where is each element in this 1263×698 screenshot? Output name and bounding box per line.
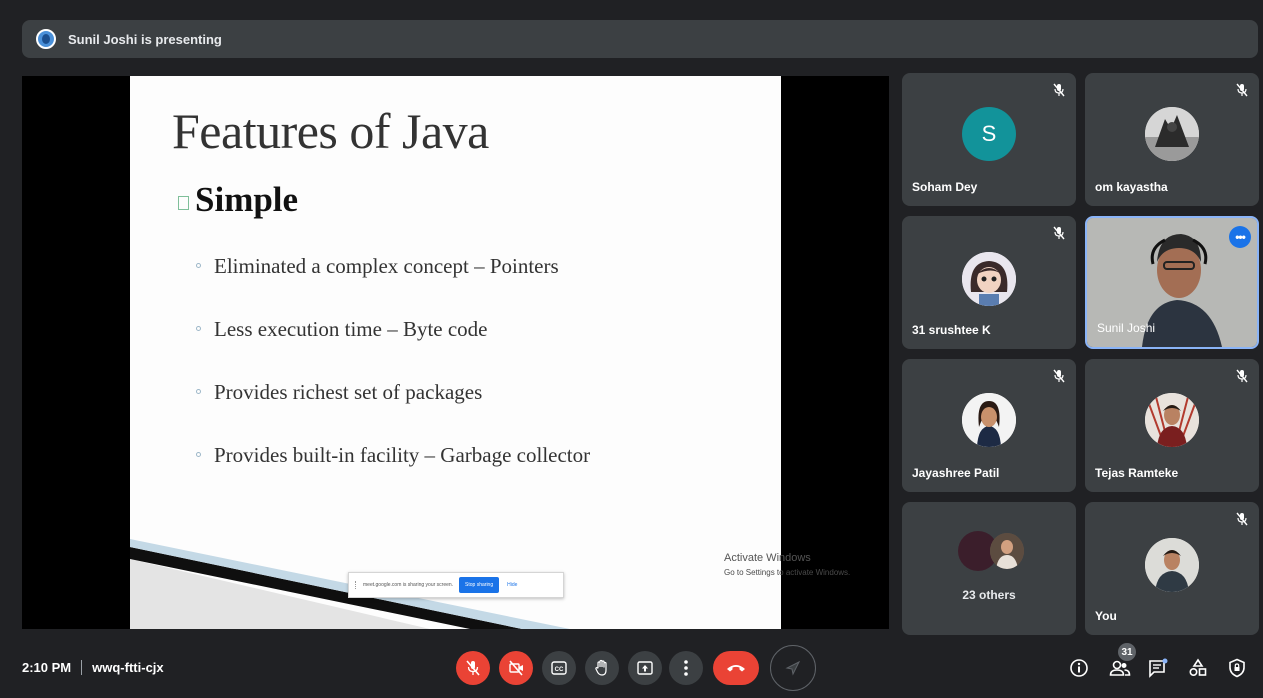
more-vert-icon bbox=[684, 660, 688, 676]
mic-off-icon bbox=[1236, 83, 1248, 97]
mic-off-icon bbox=[1053, 83, 1065, 97]
windows-activation-subtext: Go to Settings to activate Windows. bbox=[724, 568, 851, 577]
participant-name: You bbox=[1095, 609, 1117, 623]
slide-bullet: Provides built-in facility – Garbage col… bbox=[196, 443, 590, 506]
slide-bullet: Eliminated a complex concept – Pointers bbox=[196, 254, 590, 317]
screen-share-notice: meet.google.com is sharing your screen. … bbox=[348, 572, 564, 598]
heading-bullet-icon bbox=[178, 196, 189, 210]
info-icon bbox=[1070, 659, 1088, 677]
svg-text:CC: CC bbox=[555, 667, 564, 673]
companion-button[interactable] bbox=[770, 645, 816, 691]
mic-off-icon bbox=[1236, 369, 1248, 383]
participant-name: 31 srushtee K bbox=[912, 323, 991, 337]
participant-tile[interactable]: om kayastha bbox=[1085, 73, 1259, 206]
raise-hand-button[interactable] bbox=[585, 651, 619, 685]
meeting-info: 2:10 PM wwq-ftti-cjx bbox=[22, 660, 164, 675]
mic-off-icon bbox=[1236, 512, 1248, 526]
people-icon bbox=[1109, 660, 1131, 676]
bullet-dot-icon bbox=[196, 263, 201, 268]
meeting-details-button[interactable] bbox=[1068, 657, 1090, 679]
participant-tile[interactable]: S Soham Dey bbox=[902, 73, 1076, 206]
shield-lock-icon bbox=[1229, 658, 1245, 678]
slide-bullet-list: Eliminated a complex concept – Pointers … bbox=[196, 254, 590, 506]
more-options-button[interactable] bbox=[669, 651, 703, 685]
participant-name: Sunil Joshi bbox=[1097, 321, 1156, 335]
more-options-icon[interactable]: ••• bbox=[1229, 226, 1251, 248]
slide-heading-text: Simple bbox=[195, 180, 299, 219]
send-icon bbox=[785, 660, 801, 676]
participant-name: om kayastha bbox=[1095, 180, 1168, 194]
mic-off-icon bbox=[466, 660, 480, 676]
closed-captions-icon: CC bbox=[551, 661, 567, 675]
chat-icon bbox=[1149, 658, 1168, 678]
slide-title: Features of Java bbox=[172, 103, 489, 159]
presentation-stage: Features of Java Simple Eliminated a com… bbox=[22, 76, 889, 629]
avatar bbox=[962, 393, 1016, 447]
present-button[interactable] bbox=[628, 651, 662, 685]
participant-group-tile[interactable]: 23 others bbox=[902, 502, 1076, 635]
avatar bbox=[1145, 393, 1199, 447]
meeting-time: 2:10 PM bbox=[22, 660, 72, 675]
group-avatar-2 bbox=[990, 533, 1024, 569]
bullet-dot-icon bbox=[196, 389, 201, 394]
share-notice-text: meet.google.com is sharing your screen. bbox=[363, 582, 454, 588]
slide-heading: Simple bbox=[178, 180, 298, 220]
slide-bullet: Provides richest set of packages bbox=[196, 380, 590, 443]
divider bbox=[81, 660, 83, 675]
activities-button[interactable] bbox=[1187, 657, 1209, 679]
windows-activation-watermark: Activate Windows bbox=[724, 552, 811, 564]
participant-tile-active-speaker[interactable]: ••• Sunil Joshi bbox=[1085, 216, 1259, 349]
stop-sharing-button[interactable]: Stop sharing bbox=[459, 577, 500, 593]
participant-tile[interactable]: Tejas Ramteke bbox=[1085, 359, 1259, 492]
drag-handle-icon[interactable] bbox=[355, 581, 357, 589]
avatar bbox=[1145, 538, 1199, 592]
host-controls-button[interactable] bbox=[1226, 657, 1248, 679]
camera-off-icon bbox=[509, 660, 523, 676]
bullet-dot-icon bbox=[196, 452, 201, 457]
hide-notice-button[interactable]: Hide bbox=[507, 582, 517, 588]
presenter-avatar bbox=[36, 29, 56, 49]
avatar bbox=[1145, 107, 1199, 161]
leave-call-button[interactable] bbox=[713, 651, 759, 685]
others-count: 23 others bbox=[962, 588, 1016, 602]
captions-button[interactable]: CC bbox=[542, 651, 576, 685]
meeting-code[interactable]: wwq-ftti-cjx bbox=[92, 660, 164, 675]
present-screen-icon bbox=[637, 661, 653, 675]
participant-name: Tejas Ramteke bbox=[1095, 466, 1179, 480]
slide-bullet: Less execution time – Byte code bbox=[196, 317, 590, 380]
mic-toggle-button[interactable] bbox=[456, 651, 490, 685]
avatar: S bbox=[962, 107, 1016, 161]
people-button[interactable] bbox=[1109, 657, 1131, 679]
presenting-banner: Sunil Joshi is presenting bbox=[22, 20, 1258, 58]
chat-button[interactable] bbox=[1147, 657, 1169, 679]
camera-toggle-button[interactable] bbox=[499, 651, 533, 685]
mic-off-icon bbox=[1053, 226, 1065, 240]
avatar bbox=[962, 252, 1016, 306]
activities-icon bbox=[1189, 658, 1207, 677]
participant-tile[interactable]: Jayashree Patil bbox=[902, 359, 1076, 492]
participant-tile-self[interactable]: You bbox=[1085, 502, 1259, 635]
end-call-icon bbox=[727, 665, 745, 672]
participant-name: Jayashree Patil bbox=[912, 466, 1000, 480]
raise-hand-icon bbox=[595, 659, 607, 676]
presenter-text: Sunil Joshi is presenting bbox=[68, 31, 222, 47]
mic-off-icon bbox=[1053, 369, 1065, 383]
shared-slide: Features of Java Simple Eliminated a com… bbox=[130, 76, 781, 629]
bullet-dot-icon bbox=[196, 326, 201, 331]
participant-name: Soham Dey bbox=[912, 180, 978, 194]
participant-tile[interactable]: 31 srushtee K bbox=[902, 216, 1076, 349]
